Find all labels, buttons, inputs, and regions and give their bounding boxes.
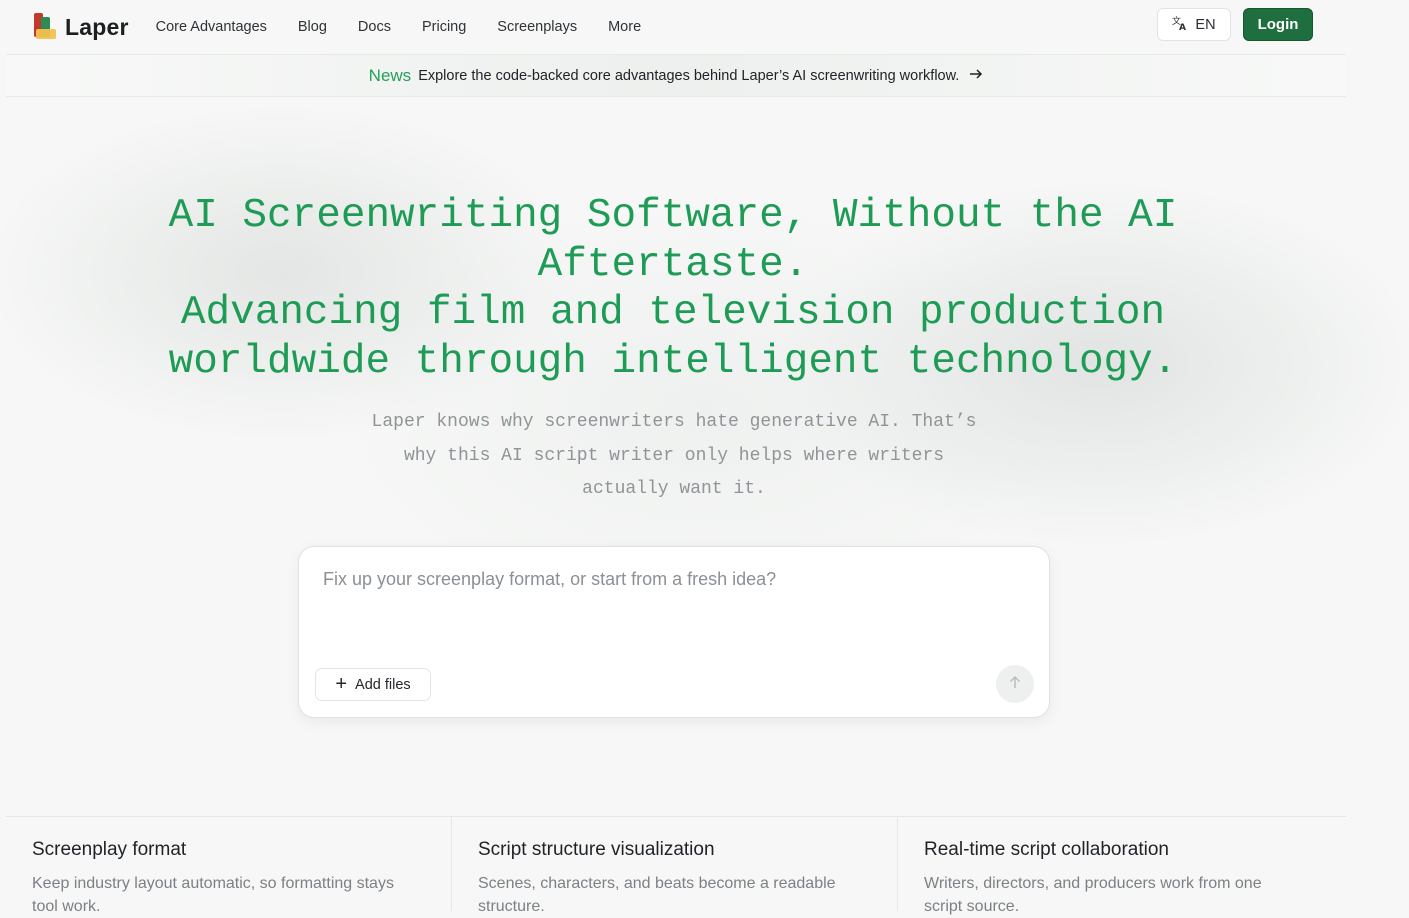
top-nav: Laper Core Advantages Blog Docs Pricing …: [6, 0, 1346, 54]
hero-subtitle-line: why this AI script writer only helps whe…: [403, 445, 945, 466]
nav-more[interactable]: More: [608, 19, 641, 35]
hero-subtitle: Laper knows why screenwriters hate gener…: [324, 406, 1024, 507]
feature-title: Real-time script collaboration: [924, 839, 1169, 860]
brand-name: Laper: [65, 13, 129, 40]
nav-pricing[interactable]: Pricing: [422, 19, 466, 35]
prompt-input[interactable]: [323, 569, 1013, 590]
feature-card: Real-time script collaboration Writers, …: [898, 817, 1344, 915]
feature-title: Screenplay format: [32, 839, 187, 860]
arrow-up-icon: [1008, 674, 1022, 695]
feature-card: Screenplay format Keep industry layout a…: [6, 817, 452, 915]
feature-card: Script structure visualization Scenes, c…: [452, 817, 898, 915]
plus-icon: +: [335, 672, 348, 695]
feature-desc: Writers, directors, and producers work f…: [924, 875, 1262, 915]
brand-logo[interactable]: Laper: [34, 13, 129, 41]
main-nav: Core Advantages Blog Docs Pricing Screen…: [156, 19, 673, 35]
nav-screenplays[interactable]: Screenplays: [497, 19, 577, 35]
nav-core-advantages[interactable]: Core Advantages: [156, 19, 267, 35]
hero-title-line: AI Screenwriting Software, Without the A…: [168, 193, 1178, 239]
news-tag: News: [368, 65, 412, 85]
add-files-label: Add files: [355, 676, 411, 693]
hero-title: AI Screenwriting Software, Without the A…: [0, 192, 1346, 386]
hero-subtitle-line: Laper knows why screenwriters hate gener…: [371, 412, 977, 432]
add-files-button[interactable]: + Add files: [315, 668, 431, 701]
hero-title-line: worldwide through intelligent technology…: [168, 338, 1178, 385]
news-text: Explore the code-backed core advantages …: [418, 67, 960, 84]
nav-docs[interactable]: Docs: [358, 19, 391, 35]
feature-desc: Scenes, characters, and beats become a r…: [478, 875, 836, 915]
arrow-right-icon: [969, 67, 983, 84]
feature-desc: Keep industry layout automatic, so forma…: [32, 875, 394, 915]
hero-subtitle-line: actually want it.: [582, 479, 766, 499]
features-row: Screenplay format Keep industry layout a…: [6, 816, 1346, 915]
logo-icon: [34, 13, 58, 41]
send-button[interactable]: [996, 665, 1034, 703]
news-banner[interactable]: News Explore the code-backed core advant…: [6, 54, 1346, 97]
feature-title: Script structure visualization: [478, 839, 715, 860]
nav-blog[interactable]: Blog: [298, 19, 327, 35]
prompt-box: + Add files: [298, 546, 1050, 718]
hero-title-line: Advancing film and television production: [180, 290, 1166, 336]
hero-title-line: Aftertaste.: [537, 241, 809, 288]
